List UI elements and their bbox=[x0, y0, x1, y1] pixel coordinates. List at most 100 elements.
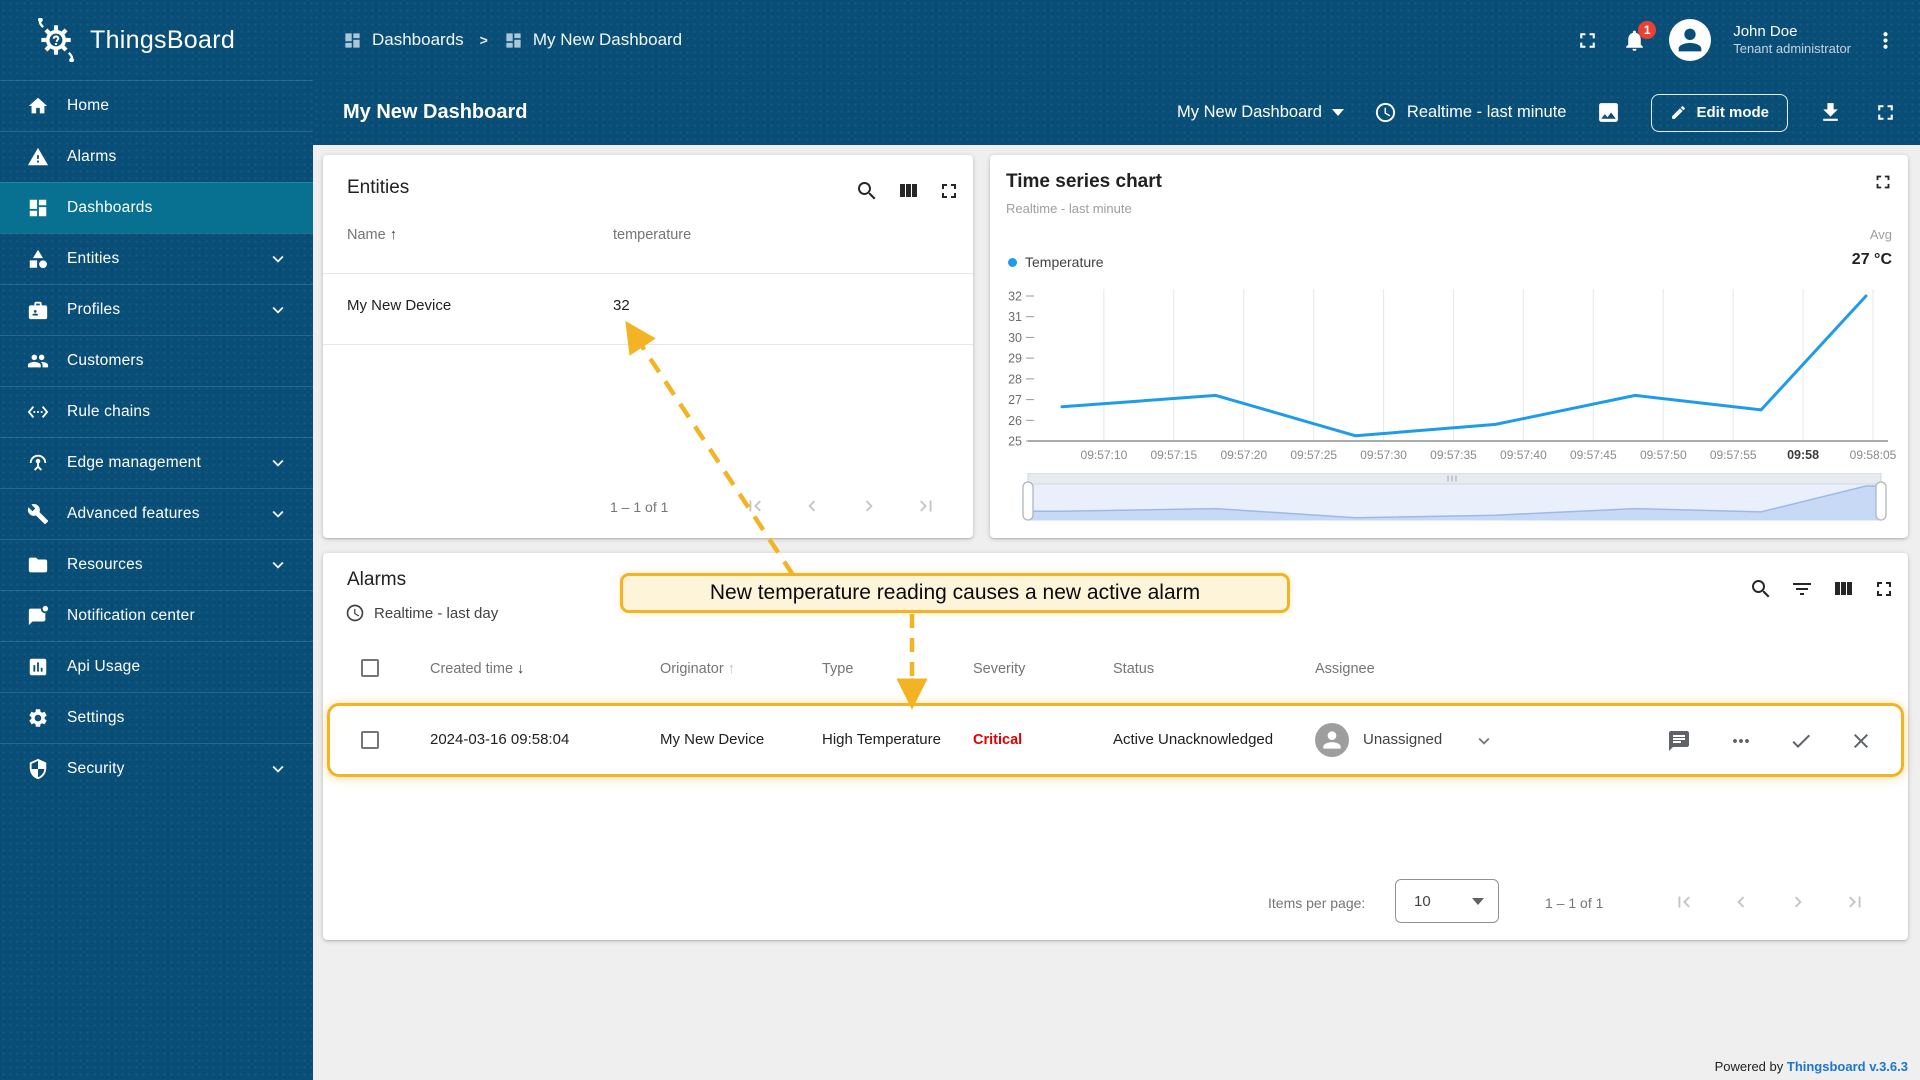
alarms-column-severity[interactable]: Severity bbox=[973, 661, 1025, 677]
last-page-icon[interactable] bbox=[1844, 891, 1866, 913]
alarm-originator-cell: My New Device bbox=[660, 731, 765, 748]
first-page-icon[interactable] bbox=[744, 495, 766, 517]
alarm-acknowledge-button[interactable] bbox=[1789, 729, 1813, 753]
chevron-down-icon bbox=[267, 299, 289, 321]
alarm-table-row[interactable]: 2024-03-16 09:58:04 My New Device High T… bbox=[327, 703, 1904, 777]
svg-text:32: 32 bbox=[1008, 290, 1022, 304]
header-fullscreen-button[interactable] bbox=[1575, 28, 1600, 53]
pagination-range: 1 – 1 of 1 bbox=[1545, 895, 1604, 911]
chart-datazoom-slider[interactable] bbox=[990, 473, 1908, 525]
sidebar-item-notification-center[interactable]: Notification center bbox=[0, 590, 313, 641]
sidebar-item-label: Notification center bbox=[67, 607, 195, 624]
chevron-down-icon[interactable] bbox=[1473, 730, 1495, 752]
alarms-column-type[interactable]: Type bbox=[822, 661, 853, 677]
annotation-callout: New temperature reading causes a new act… bbox=[620, 573, 1290, 613]
comment-icon bbox=[1667, 729, 1691, 753]
sidebar-item-rule-chains[interactable]: Rule chains bbox=[0, 386, 313, 437]
user-role: Tenant administrator bbox=[1733, 41, 1851, 57]
sidebar-item-label: Resources bbox=[67, 556, 143, 573]
sidebar-item-security[interactable]: Security bbox=[0, 743, 313, 794]
sidebar-item-label: Dashboards bbox=[67, 199, 153, 216]
row-checkbox[interactable] bbox=[361, 731, 379, 749]
breadcrumb-parent[interactable]: Dashboards bbox=[372, 30, 464, 50]
alarms-timewindow[interactable]: Realtime - last day bbox=[345, 603, 498, 623]
home-icon bbox=[27, 95, 49, 117]
last-page-icon[interactable] bbox=[915, 495, 937, 517]
chart-legend[interactable]: Temperature bbox=[1008, 254, 1104, 270]
chevron-down-icon bbox=[267, 758, 289, 780]
columns-icon[interactable] bbox=[896, 179, 920, 203]
prev-page-icon[interactable] bbox=[801, 495, 823, 517]
version-link[interactable]: Thingsboard v.3.6.3 bbox=[1787, 1059, 1908, 1074]
alarm-details-button[interactable] bbox=[1667, 729, 1691, 753]
entities-column-name[interactable]: Name ↑ bbox=[347, 227, 397, 243]
breadcrumb-current[interactable]: My New Dashboard bbox=[533, 30, 682, 50]
profiles-icon bbox=[27, 299, 49, 321]
alarm-more-button[interactable] bbox=[1729, 729, 1753, 753]
notifications-button[interactable]: 1 bbox=[1622, 20, 1657, 53]
entities-column-temperature[interactable]: temperature bbox=[613, 227, 691, 243]
select-all-checkbox[interactable] bbox=[361, 659, 379, 677]
edit-mode-button[interactable]: Edit mode bbox=[1651, 93, 1788, 132]
powered-by-text: Powered by bbox=[1714, 1059, 1784, 1074]
timewindow-label: Realtime - last minute bbox=[1406, 103, 1567, 121]
breadcrumb-separator: > bbox=[479, 32, 488, 48]
sidebar-item-entities[interactable]: Entities bbox=[0, 233, 313, 284]
avatar[interactable] bbox=[1669, 19, 1712, 61]
dashboard-state-select[interactable]: My New Dashboard bbox=[1177, 103, 1344, 122]
alarms-column-originator[interactable]: Originator ↑ bbox=[660, 661, 735, 677]
app-logo[interactable]: ThingsBoard bbox=[0, 0, 313, 80]
svg-text:09:57:35: 09:57:35 bbox=[1430, 448, 1477, 462]
alarms-widget-title: Alarms bbox=[347, 569, 407, 590]
header-menu-button[interactable] bbox=[1873, 28, 1898, 53]
items-per-page-select[interactable]: 10 bbox=[1395, 879, 1499, 923]
alarms-column-assignee[interactable]: Assignee bbox=[1315, 661, 1375, 677]
sidebar-item-customers[interactable]: Customers bbox=[0, 335, 313, 386]
first-page-icon[interactable] bbox=[1673, 891, 1695, 913]
sidebar-item-label: Alarms bbox=[67, 148, 117, 165]
clock-icon bbox=[345, 603, 365, 623]
search-icon[interactable] bbox=[1749, 577, 1773, 601]
sidebar-item-alarms[interactable]: Alarms bbox=[0, 131, 313, 182]
sidebar-item-label: Customers bbox=[67, 352, 144, 369]
filter-icon[interactable] bbox=[1790, 577, 1814, 601]
table-row[interactable]: My New Device 32 bbox=[323, 274, 973, 344]
fullscreen-icon bbox=[1575, 28, 1600, 53]
fullscreen-icon[interactable] bbox=[1872, 577, 1896, 601]
next-page-icon[interactable] bbox=[858, 495, 880, 517]
chevron-down-icon bbox=[267, 503, 289, 525]
toolbar-fullscreen-button[interactable] bbox=[1873, 100, 1898, 125]
fullscreen-icon[interactable] bbox=[1872, 171, 1894, 193]
sidebar-item-resources[interactable]: Resources bbox=[0, 539, 313, 590]
sidebar-item-advanced-features[interactable]: Advanced features bbox=[0, 488, 313, 539]
dashboards-icon bbox=[27, 197, 49, 219]
customers-icon bbox=[27, 350, 49, 372]
svg-text:25: 25 bbox=[1008, 435, 1022, 449]
sidebar-item-settings[interactable]: Settings bbox=[0, 692, 313, 743]
export-dashboard-button[interactable] bbox=[1818, 100, 1843, 125]
pencil-icon bbox=[1670, 104, 1687, 121]
alarms-column-status[interactable]: Status bbox=[1113, 661, 1154, 677]
dashboard-image-button[interactable] bbox=[1596, 100, 1621, 125]
fullscreen-icon[interactable] bbox=[937, 179, 961, 203]
next-page-icon[interactable] bbox=[1787, 891, 1809, 913]
columns-icon[interactable] bbox=[1831, 577, 1855, 601]
alarms-column-created-time[interactable]: Created time ↓ bbox=[430, 661, 524, 677]
svg-text:28: 28 bbox=[1008, 372, 1022, 386]
sidebar-item-api-usage[interactable]: Api Usage bbox=[0, 641, 313, 692]
svg-text:30: 30 bbox=[1008, 331, 1022, 345]
sort-asc-arrow: ↑ bbox=[389, 227, 397, 243]
sidebar-item-label: Entities bbox=[67, 250, 120, 267]
timewindow-button[interactable]: Realtime - last minute bbox=[1374, 101, 1567, 124]
timeseries-subtitle: Realtime - last minute bbox=[1006, 201, 1132, 216]
alarm-clear-button[interactable] bbox=[1849, 729, 1873, 753]
bar-chart-icon bbox=[27, 656, 49, 678]
sidebar-item-profiles[interactable]: Profiles bbox=[0, 284, 313, 335]
search-icon[interactable] bbox=[855, 179, 879, 203]
prev-page-icon[interactable] bbox=[1730, 891, 1752, 913]
sidebar-item-home[interactable]: Home bbox=[0, 80, 313, 131]
sidebar-item-edge-management[interactable]: Edge management bbox=[0, 437, 313, 488]
shield-icon bbox=[27, 758, 49, 780]
alarm-created-time-cell: 2024-03-16 09:58:04 bbox=[430, 731, 570, 748]
sidebar-item-dashboards[interactable]: Dashboards bbox=[0, 182, 313, 233]
